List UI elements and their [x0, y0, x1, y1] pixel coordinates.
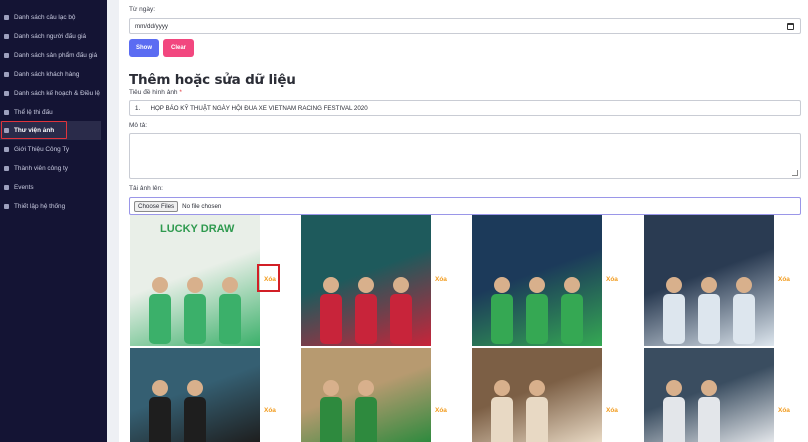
no-file-text: No file chosen [182, 202, 222, 210]
team-group-photo [301, 348, 431, 442]
delete-link[interactable]: Xóa [435, 276, 447, 283]
book-icon [3, 90, 10, 97]
show-button[interactable]: Show [129, 39, 159, 57]
user-circle-icon [3, 71, 10, 78]
image-title-input[interactable]: 1. HỌP BÁO KỸ THUẬT NGÀY HỘI ĐUA XE VIET… [129, 100, 801, 116]
file-input[interactable]: Choose Files No file chosen [129, 197, 801, 215]
delete-link[interactable]: Xóa [606, 407, 618, 414]
image-title-label-text: Tiêu đề hình ảnh [129, 89, 178, 96]
globe-icon [3, 146, 10, 153]
sidebar-item-7[interactable]: Giới Thiệu Công Ty [0, 140, 101, 159]
calendar-icon [3, 184, 10, 191]
audience-room-photo [644, 348, 774, 442]
speaker-microphone-photo [472, 348, 602, 442]
calendar-icon[interactable] [787, 23, 794, 30]
sidebar-item-label: Thiết lập hệ thống [14, 203, 66, 210]
description-label: Mô tả: [129, 122, 148, 129]
presentation-screen-photo [644, 215, 774, 346]
sidebar-item-0[interactable]: Danh sách câu lạc bộ [0, 8, 101, 27]
sidebar-item-10[interactable]: Thiết lập hệ thống [0, 197, 101, 216]
upload-label: Tải ảnh lên: [129, 185, 163, 192]
delete-link[interactable]: Xóa [264, 407, 276, 414]
document-icon [3, 109, 10, 116]
image-title-label: Tiêu đề hình ảnh * [129, 89, 182, 96]
sidebar-item-label: Danh sách sản phẩm đấu giá [14, 52, 98, 59]
delete-link[interactable]: Xóa [778, 407, 790, 414]
bar-chart-icon [3, 52, 10, 59]
sidebar-item-label: Giới Thiệu Công Ty [14, 146, 70, 153]
sidebar-item-9[interactable]: Events [0, 178, 101, 197]
delete-link[interactable]: Xóa [778, 276, 790, 283]
sidebar-item-label: Danh sách người đấu giá [14, 33, 87, 40]
sidebar-item-1[interactable]: Danh sách người đấu giá [0, 27, 101, 46]
sidebar-item-label: Danh sách câu lạc bộ [14, 14, 76, 21]
required-mark: * [179, 89, 182, 96]
choose-files-button[interactable]: Choose Files [134, 200, 179, 212]
trophy-icon [3, 14, 10, 21]
gear-icon [3, 203, 10, 210]
sidebar-item-label: Danh sách kế hoạch & Điều lệ [14, 90, 100, 97]
delete-highlight-box [257, 264, 280, 292]
resize-grip-icon[interactable] [792, 170, 798, 176]
users-icon [3, 165, 10, 172]
sidebar-item-5[interactable]: Thể lệ thi đấu [0, 103, 101, 122]
active-item-highlight [1, 121, 67, 139]
clear-button[interactable]: Clear [163, 39, 194, 57]
sidebar-item-3[interactable]: Danh sách khách hàng [0, 65, 101, 84]
sidebar-item-2[interactable]: Danh sách sản phẩm đấu giá [0, 46, 101, 65]
sidebar-item-8[interactable]: Thành viên công ty [0, 159, 101, 178]
delete-link[interactable]: Xóa [435, 407, 447, 414]
sidebar-item-label: Thành viên công ty [14, 165, 68, 172]
description-textarea[interactable] [129, 133, 801, 179]
date-label: Từ ngày: [129, 6, 156, 13]
sidebar-item-4[interactable]: Danh sách kế hoạch & Điều lệ [0, 84, 101, 103]
sidebar-item-label: Danh sách khách hàng [14, 71, 80, 78]
woman-speaker-photo [130, 348, 260, 442]
sidebar-item-label: Events [14, 184, 34, 191]
form-title: Thêm hoặc sửa dữ liệu [129, 72, 296, 88]
image-title-value: 1. HỌP BÁO KỸ THUẬT NGÀY HỘI ĐUA XE VIET… [135, 104, 368, 112]
delete-link[interactable]: Xóa [606, 276, 618, 283]
date-input[interactable]: mm/dd/yyyy [129, 18, 801, 34]
photo-caption: LUCKY DRAW [160, 223, 235, 235]
lucky-draw-photo: LUCKY DRAW [130, 215, 260, 346]
press-conference-panel-photo [472, 215, 602, 346]
sponsors-group-photo [301, 215, 431, 346]
sidebar-item-label: Thể lệ thi đấu [14, 109, 53, 116]
date-placeholder: mm/dd/yyyy [135, 22, 169, 30]
sidebar: Danh sách câu lạc bộ Danh sách người đấu … [0, 0, 107, 442]
gavel-icon [3, 33, 10, 40]
